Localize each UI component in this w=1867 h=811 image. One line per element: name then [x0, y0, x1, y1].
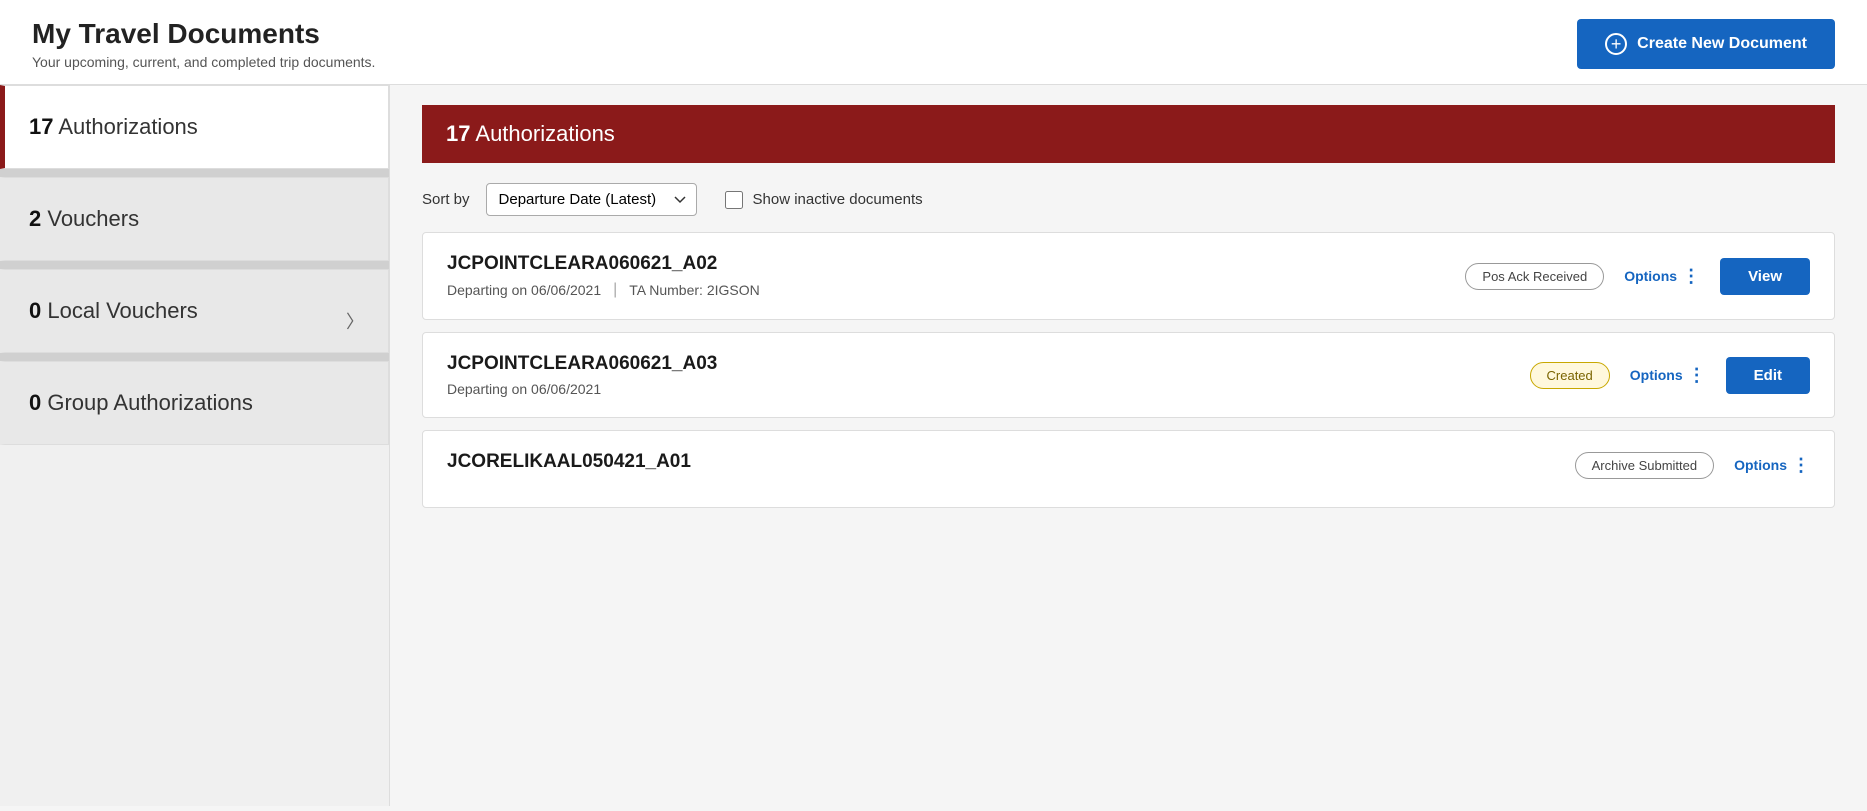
doc-2-departing: Departing on 06/06/2021 [447, 381, 601, 397]
sidebar-local-vouchers-text: 0 Local Vouchers [29, 298, 198, 324]
doc-1-meta: Departing on 06/06/2021 | TA Number: 2IG… [447, 281, 1465, 299]
local-vouchers-count: 0 [29, 298, 41, 323]
doc-card-2-left: JCPOINTCLEARA060621_A03 Departing on 06/… [447, 353, 1530, 397]
doc-3-options-button[interactable]: Options ⋮ [1734, 455, 1810, 476]
show-inactive-label: Show inactive documents [753, 191, 923, 208]
section-label: Authorizations [475, 121, 614, 146]
cursor-icon: 〉 [346, 308, 364, 334]
sidebar-divider-2 [0, 261, 389, 269]
doc-2-options-button[interactable]: Options ⋮ [1630, 365, 1706, 386]
sidebar-item-authorizations[interactable]: 17 Authorizations [0, 85, 389, 169]
doc-2-edit-button[interactable]: Edit [1726, 357, 1810, 394]
authorizations-count: 17 [29, 114, 53, 139]
sidebar-vouchers-text: 2 Vouchers [29, 206, 139, 232]
sidebar: 17 Authorizations ‹ 2 Vouchers 0 Local V… [0, 85, 390, 806]
doc-3-options-dots-icon: ⋮ [1792, 455, 1810, 476]
create-button-label: Create New Document [1637, 35, 1807, 53]
doc-3-title: JCORELIKAAL050421_A01 [447, 451, 1575, 473]
doc-card-2-right: Created Options ⋮ Edit [1530, 357, 1810, 394]
show-inactive-container: Show inactive documents [725, 191, 923, 209]
doc-card-1-right: Pos Ack Received Options ⋮ View [1465, 258, 1810, 295]
main-layout: 17 Authorizations ‹ 2 Vouchers 0 Local V… [0, 85, 1867, 806]
sidebar-item-vouchers[interactable]: ‹ 2 Vouchers [0, 177, 389, 261]
doc-2-options-label: Options [1630, 367, 1683, 383]
doc-2-options-dots-icon: ⋮ [1688, 365, 1706, 386]
document-card-1: JCPOINTCLEARA060621_A02 Departing on 06/… [422, 232, 1835, 320]
doc-1-options-button[interactable]: Options ⋮ [1624, 266, 1700, 287]
doc-3-options-label: Options [1734, 457, 1787, 473]
sidebar-item-local-vouchers[interactable]: 0 Local Vouchers 〉 [0, 269, 389, 353]
main-content: 17 Authorizations Sort by Departure Date… [390, 85, 1867, 806]
doc-2-meta: Departing on 06/06/2021 [447, 381, 1530, 397]
doc-1-departing: Departing on 06/06/2021 [447, 282, 601, 298]
sort-bar: Sort by Departure Date (Latest) Departur… [422, 163, 1835, 232]
doc-1-separator: | [613, 281, 617, 299]
doc-card-3-left: JCORELIKAAL050421_A01 [447, 451, 1575, 479]
doc-1-ta: TA Number: 2IGSON [629, 282, 759, 298]
vouchers-count: 2 [29, 206, 41, 231]
sidebar-divider-3 [0, 353, 389, 361]
doc-2-title: JCPOINTCLEARA060621_A03 [447, 353, 1530, 375]
doc-1-options-dots-icon: ⋮ [1682, 266, 1700, 287]
header-left: My Travel Documents Your upcoming, curre… [32, 18, 375, 70]
plus-icon: + [1605, 33, 1627, 55]
sort-label: Sort by [422, 191, 470, 208]
group-auth-count: 0 [29, 390, 41, 415]
document-card-2: JCPOINTCLEARA060621_A03 Departing on 06/… [422, 332, 1835, 418]
doc-card-3-right: Archive Submitted Options ⋮ [1575, 452, 1810, 479]
sidebar-divider-1 [0, 169, 389, 177]
doc-1-status-badge: Pos Ack Received [1465, 263, 1604, 290]
section-count: 17 [446, 121, 470, 146]
sidebar-authorizations-text: 17 Authorizations [29, 114, 198, 140]
sidebar-item-group-authorizations[interactable]: 0 Group Authorizations [0, 361, 389, 445]
doc-2-status-badge: Created [1530, 362, 1610, 389]
sort-select[interactable]: Departure Date (Latest) Departure Date (… [486, 183, 697, 216]
doc-1-title: JCPOINTCLEARA060621_A02 [447, 253, 1465, 275]
show-inactive-checkbox[interactable] [725, 191, 743, 209]
page-header: My Travel Documents Your upcoming, curre… [0, 0, 1867, 85]
page-title: My Travel Documents [32, 18, 375, 50]
doc-3-status-badge: Archive Submitted [1575, 452, 1715, 479]
create-new-document-button[interactable]: + Create New Document [1577, 19, 1835, 69]
document-card-3: JCORELIKAAL050421_A01 Archive Submitted … [422, 430, 1835, 508]
sidebar-group-auth-text: 0 Group Authorizations [29, 390, 253, 416]
doc-1-view-button[interactable]: View [1720, 258, 1810, 295]
page-subtitle: Your upcoming, current, and completed tr… [32, 54, 375, 70]
doc-card-1-left: JCPOINTCLEARA060621_A02 Departing on 06/… [447, 253, 1465, 299]
doc-1-options-label: Options [1624, 268, 1677, 284]
section-header: 17 Authorizations [422, 105, 1835, 163]
